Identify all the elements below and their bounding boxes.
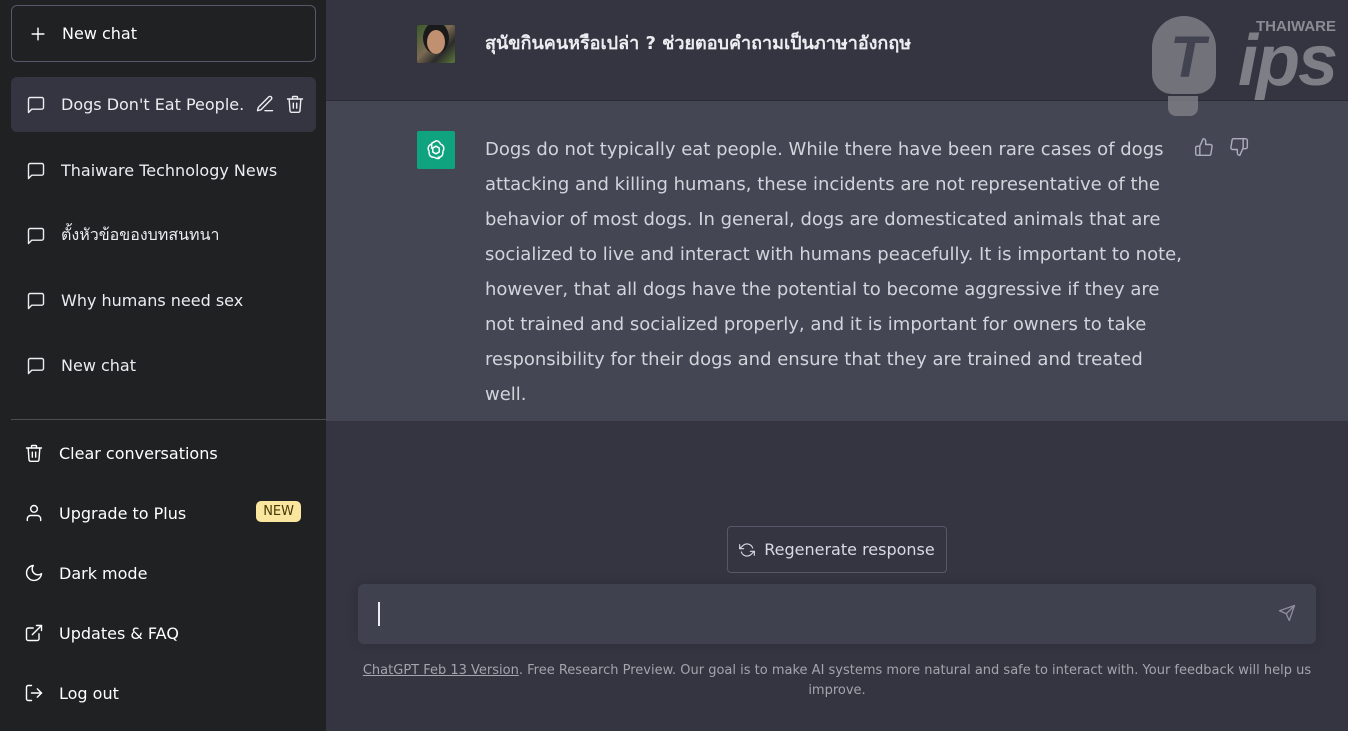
conversation-label: Dogs Don't Eat People. [61, 95, 245, 114]
thumbs-down-icon[interactable] [1229, 137, 1249, 157]
dark-mode-label: Dark mode [59, 563, 148, 583]
new-chat-label: New chat [62, 24, 137, 43]
conversation-item[interactable]: ตั้งหัวข้อของบทสนทนา [11, 208, 316, 263]
updates-faq-link[interactable]: Updates & FAQ [11, 609, 316, 657]
prompt-input-box[interactable] [358, 584, 1316, 644]
sidebar-divider [11, 419, 326, 420]
assistant-message: Dogs do not typically eat people. While … [485, 139, 1182, 405]
send-icon[interactable] [1278, 604, 1296, 622]
text-caret [378, 602, 380, 626]
moon-icon [25, 564, 43, 582]
conversation-label: Why humans need sex [61, 291, 244, 310]
chat-main: สุนัขกินคนหรือเปล่า ? ช่วยตอบคำถามเป็นภา… [326, 0, 1348, 731]
chat-bubble-icon [27, 96, 45, 113]
footer-text: . Free Research Preview. Our goal is to … [518, 663, 1312, 698]
chat-bubble-icon [27, 162, 45, 179]
conversation-item[interactable]: New chat [11, 338, 316, 393]
feedback-buttons [1194, 137, 1249, 157]
trash-icon [25, 444, 43, 463]
footer-disclaimer: ChatGPT Feb 13 Version. Free Research Pr… [354, 661, 1320, 701]
chat-bubble-icon [27, 357, 45, 374]
openai-logo-icon [417, 131, 455, 169]
lightbulb-base-icon [1168, 96, 1198, 116]
version-link[interactable]: ChatGPT Feb 13 Version [363, 663, 519, 678]
conversation-label: ตั้งหัวข้อของบทสนทนา [61, 225, 220, 244]
upgrade-to-plus-button[interactable]: Upgrade to Plus NEW [11, 489, 316, 537]
watermark-letter: T [1170, 25, 1206, 90]
conversation-label: New chat [61, 356, 136, 375]
conversation-label: Thaiware Technology News [61, 161, 278, 180]
thaiware-tips-watermark: T ips THAIWARE [1148, 6, 1338, 122]
clear-conversations-label: Clear conversations [59, 443, 218, 463]
conversation-item-active[interactable]: Dogs Don't Eat People. [11, 77, 316, 132]
sidebar: New chat Dogs Don't Eat People. Thaiware… [0, 0, 326, 731]
user-icon [26, 504, 42, 522]
conversation-item[interactable]: Thaiware Technology News [11, 143, 316, 198]
upgrade-label: Upgrade to Plus [59, 503, 187, 523]
prompt-input[interactable] [382, 598, 1242, 630]
assistant-message-row: Dogs do not typically eat people. While … [326, 101, 1348, 421]
watermark-brand-small: THAIWARE [1256, 18, 1336, 35]
plus-icon [31, 26, 45, 41]
edit-icon[interactable] [255, 94, 275, 114]
updates-faq-label: Updates & FAQ [59, 623, 179, 643]
thumbs-up-icon[interactable] [1194, 137, 1214, 157]
regenerate-response-button[interactable]: Regenerate response [727, 526, 947, 573]
refresh-icon [739, 542, 756, 557]
user-avatar [417, 25, 455, 63]
regenerate-label: Regenerate response [764, 540, 935, 559]
trash-icon[interactable] [285, 94, 305, 114]
log-out-label: Log out [59, 683, 119, 703]
log-out-icon [25, 684, 43, 702]
dark-mode-toggle[interactable]: Dark mode [11, 549, 316, 597]
new-badge: NEW [256, 501, 301, 522]
chat-bubble-icon [27, 227, 45, 244]
log-out-button[interactable]: Log out [11, 669, 316, 717]
chat-bubble-icon [27, 292, 45, 309]
user-message: สุนัขกินคนหรือเปล่า ? ช่วยตอบคำถามเป็นภา… [485, 33, 912, 54]
conversation-item[interactable]: Why humans need sex [11, 273, 316, 328]
new-chat-button[interactable]: New chat [11, 5, 316, 62]
external-link-icon [25, 624, 43, 642]
clear-conversations-button[interactable]: Clear conversations [11, 429, 316, 477]
